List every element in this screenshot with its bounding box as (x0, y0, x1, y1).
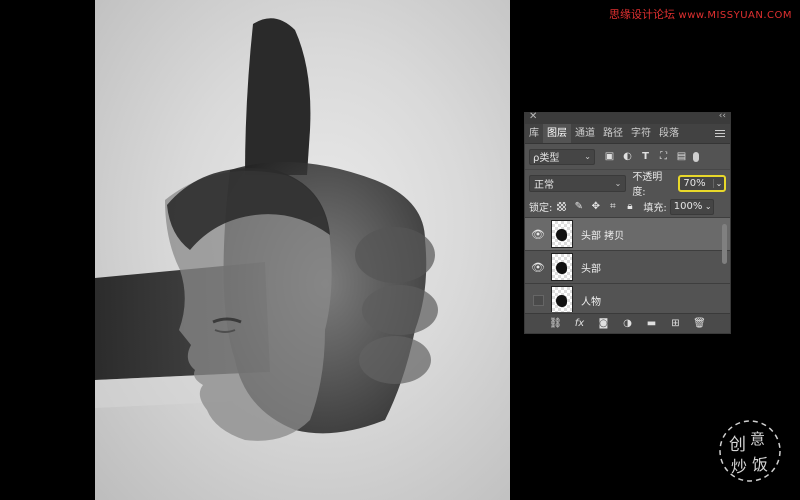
lock-brush-icon[interactable]: ✎ (573, 201, 584, 212)
watermark: 思缘设计论坛 www.MISSYUAN.COM (609, 6, 792, 22)
layer-list: 👁︎ 头部 拷贝 👁︎ 头部 人物 (525, 218, 730, 312)
tab-character[interactable]: 字符 (627, 124, 655, 143)
svg-text:炒: 炒 (731, 457, 747, 476)
double-exposure-artwork (95, 18, 438, 441)
canvas-image (95, 0, 510, 500)
blend-mode-value: 正常 (534, 179, 554, 191)
layer-row[interactable]: 人物 (525, 284, 730, 312)
type-filter-icon[interactable]: T (640, 151, 651, 162)
layer-row[interactable]: 👁︎ 头部 (525, 251, 730, 284)
lock-position-icon[interactable]: ✥ (590, 201, 601, 212)
filter-icons: ▣ ◐ T ⛶ ▤ (604, 151, 687, 162)
panel-bottom-toolbar: ⛓ fx ◙ ◑ ▬ ⊞ 🗑︎ (525, 313, 730, 333)
chevron-down-icon[interactable]: ⌄ (704, 202, 713, 211)
lock-transparency-icon[interactable] (556, 201, 567, 212)
link-icon[interactable]: ⛓ (549, 318, 562, 329)
layers-scrollbar[interactable] (722, 224, 727, 264)
chevron-down-icon: ⌄ (584, 152, 591, 161)
mask-icon[interactable]: ◙ (597, 318, 610, 329)
eye-icon[interactable]: 👁︎ (525, 261, 551, 274)
fx-icon[interactable]: fx (573, 318, 586, 329)
lock-all-icon[interactable]: 🔒︎ (624, 201, 635, 212)
layer-name[interactable]: 头部 拷贝 (581, 227, 624, 242)
fill-label: 填充: (643, 203, 667, 214)
fill-value[interactable]: 100% (671, 201, 704, 212)
tab-paths[interactable]: 路径 (599, 124, 627, 143)
chevron-down-icon[interactable]: ⌄ (713, 178, 724, 188)
visibility-toggle[interactable] (525, 294, 551, 306)
watermark-site: www.MISSYUAN.COM (678, 10, 792, 21)
opacity-label: 不透明度: (632, 172, 663, 198)
svg-text:创: 创 (729, 435, 746, 455)
shape-filter-icon[interactable]: ⛶ (658, 151, 669, 162)
lock-artboard-icon[interactable]: ⌗ (607, 201, 618, 212)
blend-mode-select[interactable]: 正常 ⌄ (529, 174, 627, 192)
new-layer-icon[interactable]: ⊞ (669, 318, 682, 329)
kind-filter-label: ρ类型 (533, 153, 560, 164)
fill-field[interactable]: 100% ⌄ (669, 198, 714, 215)
svg-text:意: 意 (750, 430, 765, 448)
smart-object-filter-icon[interactable]: ▤ (676, 151, 687, 162)
adjustment-filter-icon[interactable]: ◐ (622, 151, 633, 162)
logo-icon: 创 意 炒 饭 (719, 420, 781, 482)
logo-stamp: 创 意 炒 饭 (717, 418, 783, 484)
folder-icon[interactable]: ▬ (645, 318, 658, 329)
blend-row: 正常 ⌄ 不透明度: 70% ⌄ (525, 170, 730, 198)
layer-row[interactable]: 👁︎ 头部 拷贝 (525, 218, 730, 251)
panel-tabs: 库 图层 通道 路径 字符 段落 (525, 124, 730, 144)
filter-row: ρ类型 ⌄ ▣ ◐ T ⛶ ▤ (525, 144, 730, 170)
layer-thumbnail (551, 253, 573, 281)
image-filter-icon[interactable]: ▣ (604, 151, 615, 162)
svg-text:饭: 饭 (752, 455, 768, 474)
layers-panel: ✕ ‹‹ 库 图层 通道 路径 字符 段落 ρ类型 ⌄ ▣ ◐ T ⛶ ▤ 正常… (524, 111, 731, 334)
tab-library[interactable]: 库 (525, 124, 543, 143)
opacity-field[interactable]: 70% ⌄ (678, 174, 726, 192)
eye-icon[interactable]: 👁︎ (525, 228, 551, 241)
trash-icon[interactable]: 🗑︎ (693, 318, 706, 329)
tab-layers[interactable]: 图层 (543, 124, 571, 143)
collapse-icon[interactable]: ‹‹ (719, 111, 726, 121)
filter-toggle[interactable] (693, 151, 699, 162)
close-icon[interactable]: ✕ (529, 111, 537, 122)
lock-label: 锁定: (529, 203, 553, 214)
kind-filter-select[interactable]: ρ类型 ⌄ (529, 148, 595, 165)
layer-thumbnail (551, 220, 573, 248)
tab-paragraph[interactable]: 段落 (655, 124, 683, 143)
layer-thumbnail (551, 286, 573, 312)
panel-menu-icon[interactable] (715, 128, 725, 139)
layer-name[interactable]: 人物 (581, 293, 601, 308)
lock-row: 锁定: ✎ ✥ ⌗ 🔒︎ 填充: 100% ⌄ (525, 196, 730, 218)
layer-name[interactable]: 头部 (581, 260, 601, 275)
adjustment-icon[interactable]: ◑ (621, 318, 634, 329)
panel-title-bar: ✕ ‹‹ (525, 111, 730, 124)
watermark-text: 思缘设计论坛 (609, 8, 676, 21)
chevron-down-icon: ⌄ (614, 178, 622, 188)
opacity-value[interactable]: 70% (680, 178, 713, 189)
tab-channels[interactable]: 通道 (571, 124, 599, 143)
